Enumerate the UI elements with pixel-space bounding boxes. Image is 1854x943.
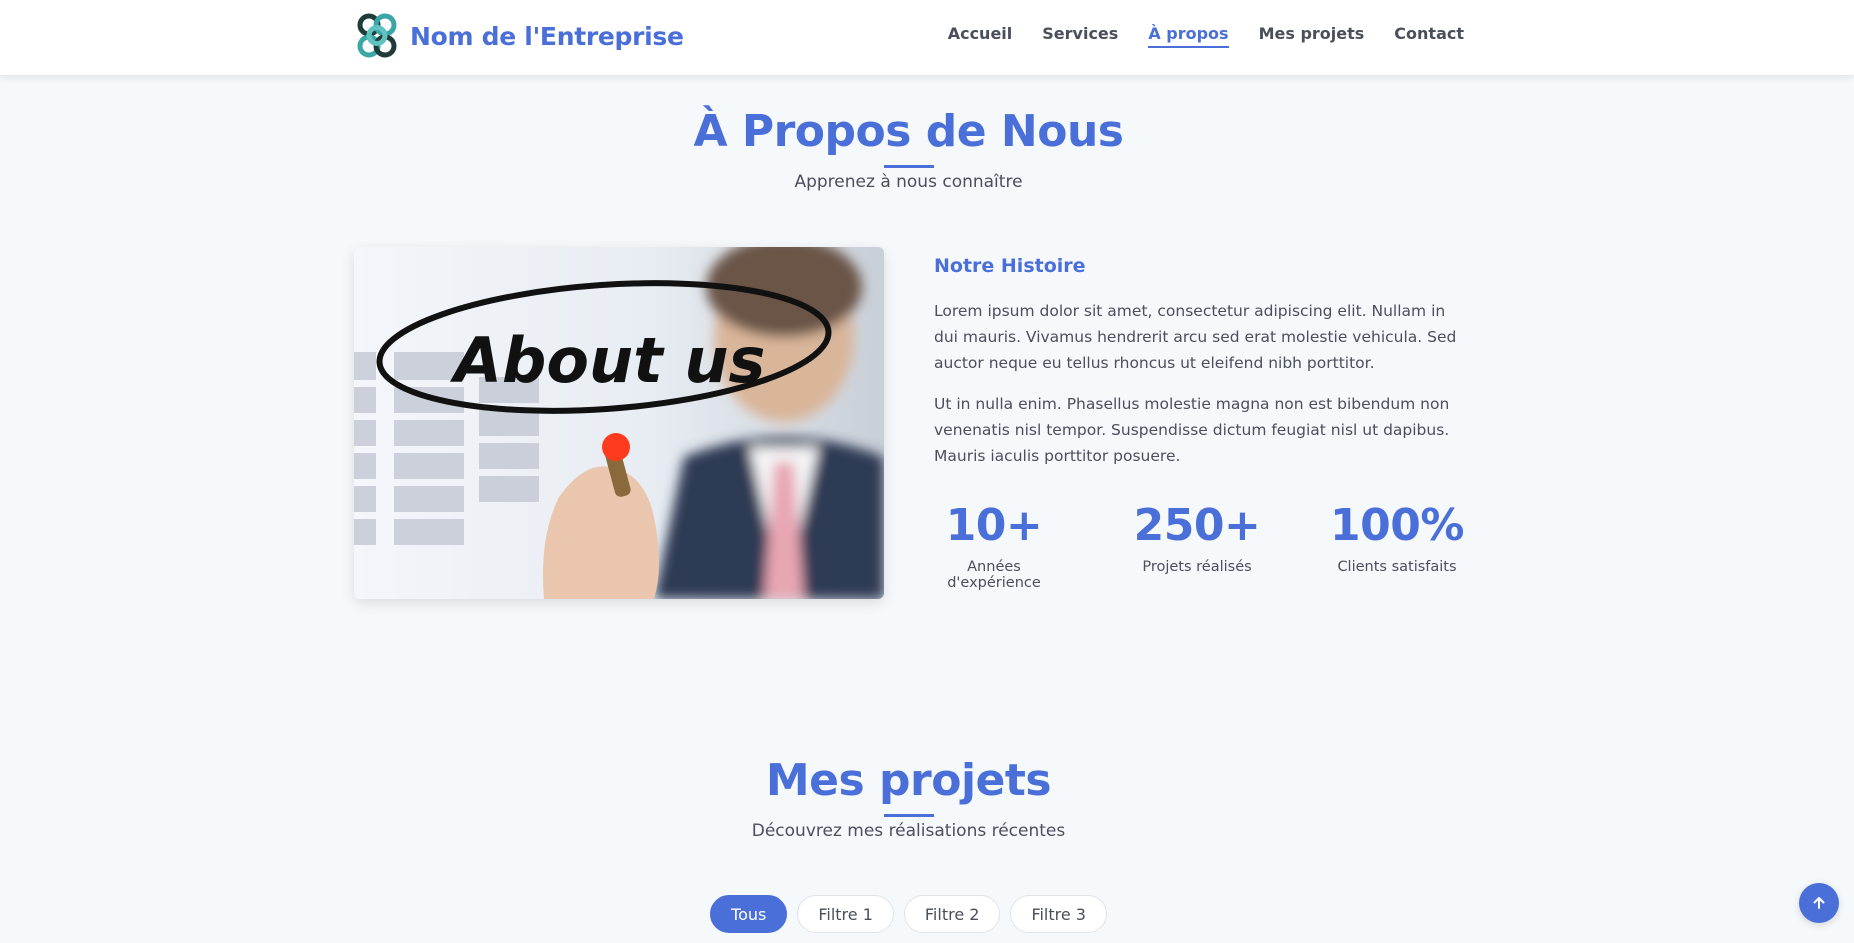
about-us-illustration: About us — [354, 247, 884, 599]
site-header: Nom de l'Entreprise Accueil Services À p… — [0, 0, 1854, 75]
nav-item-mes-projets[interactable]: Mes projets — [1259, 24, 1365, 48]
nav-item-a-propos[interactable]: À propos — [1148, 24, 1229, 48]
stat-label: Clients satisfaits — [1337, 559, 1457, 575]
projects-title-underline — [884, 814, 934, 817]
about-paragraph-1: Lorem ipsum dolor sit amet, consectetur … — [934, 302, 1457, 372]
about-title: À Propos de Nous — [693, 106, 1124, 157]
stat-label: Années d'expérience — [947, 559, 1041, 591]
projects-subtitle: Découvrez mes réalisations récentes — [751, 821, 1066, 841]
nav-item-contact[interactable]: Contact — [1394, 24, 1464, 48]
stat-satisfied: 100% Clients satisfaits — [1327, 500, 1467, 575]
about-title-underline — [884, 165, 934, 168]
arrow-up-icon — [1813, 897, 1825, 909]
brand[interactable]: Nom de l'Entreprise — [352, 10, 684, 62]
projects-title: Mes projets — [765, 755, 1052, 806]
stat-experience: 10+ Années d'expérience — [924, 500, 1064, 591]
nav-item-accueil[interactable]: Accueil — [948, 24, 1013, 48]
about-text: Notre Histoire Lorem ipsum dolor sit ame… — [934, 255, 1464, 484]
filter-2-button[interactable]: Filtre 2 — [903, 895, 1001, 933]
about-subtitle: Apprenez à nous connaître — [794, 172, 1023, 192]
filter-3-button[interactable]: Filtre 3 — [1010, 895, 1107, 933]
knot-logo-icon — [357, 13, 397, 58]
about-paragraph-2: Ut in nulla enim. Phasellus molestie mag… — [934, 395, 1450, 465]
stat-value: 250+ — [1133, 500, 1261, 551]
about-image: About us — [354, 247, 884, 599]
filter-1-button[interactable]: Filtre 1 — [797, 895, 894, 933]
stat-label: Projets réalisés — [1142, 559, 1252, 575]
about-heading: Notre Histoire — [934, 255, 1086, 277]
main-nav: Accueil Services À propos Mes projets Co… — [948, 24, 1464, 48]
stats: 10+ Années d'expérience 250+ Projets réa… — [934, 500, 1467, 591]
back-to-top-button[interactable] — [1799, 883, 1839, 923]
project-filters: Tous Filtre 1 Filtre 2 Filtre 3 — [0, 895, 1817, 933]
nav-item-services[interactable]: Services — [1042, 24, 1118, 48]
stat-projects: 250+ Projets réalisés — [1127, 500, 1267, 575]
about-us-image-text: About us — [449, 324, 765, 397]
brand-name: Nom de l'Entreprise — [410, 21, 684, 51]
filter-all-button[interactable]: Tous — [710, 895, 788, 933]
stat-value: 10+ — [945, 500, 1043, 551]
stat-value: 100% — [1330, 500, 1464, 551]
